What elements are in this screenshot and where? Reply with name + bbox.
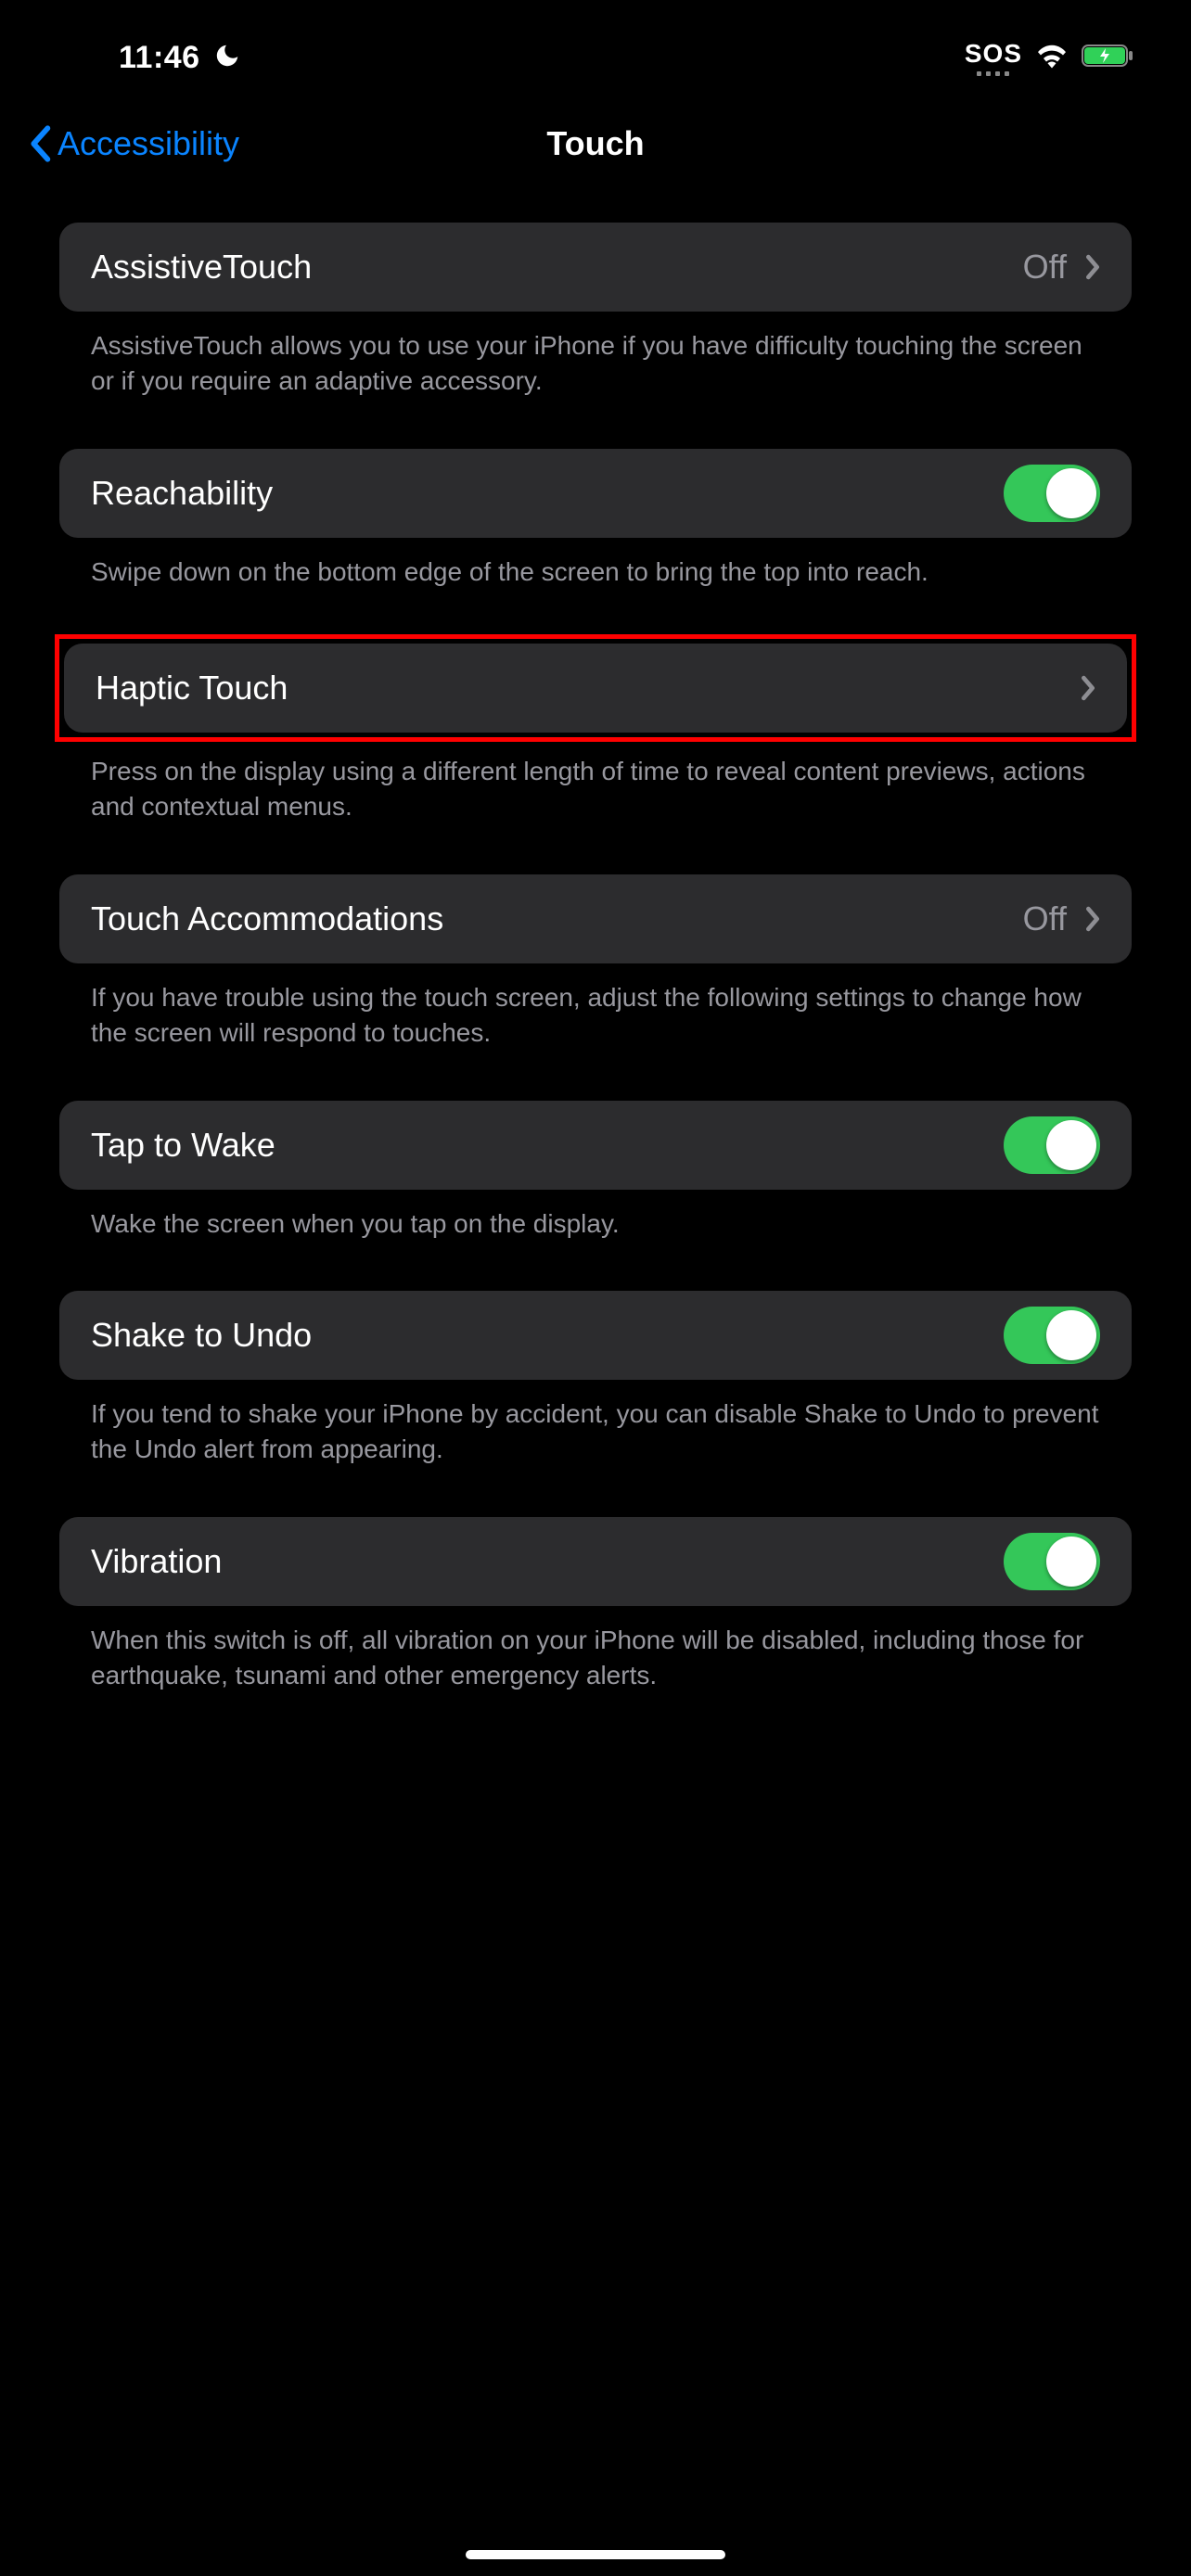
footer-text: Wake the screen when you tap on the disp… — [59, 1190, 1132, 1242]
shake-to-undo-switch[interactable] — [1004, 1307, 1100, 1364]
touch-accommodations-group: Touch Accommodations Off If you have tro… — [59, 874, 1132, 1051]
cell-title: Haptic Touch — [96, 669, 288, 708]
reachability-cell: Reachability — [59, 449, 1132, 538]
reachability-switch[interactable] — [1004, 465, 1100, 522]
footer-text: When this switch is off, all vibration o… — [59, 1606, 1132, 1693]
do-not-disturb-icon — [213, 42, 241, 74]
assistive-touch-cell[interactable]: AssistiveTouch Off — [59, 223, 1132, 312]
vibration-cell: Vibration — [59, 1517, 1132, 1606]
content-scroll[interactable]: AssistiveTouch Off AssistiveTouch allows… — [0, 185, 1191, 1693]
cell-value: Off — [1023, 248, 1067, 287]
vibration-switch[interactable] — [1004, 1533, 1100, 1590]
cell-title: Tap to Wake — [91, 1126, 275, 1165]
footer-text: AssistiveTouch allows you to use your iP… — [59, 312, 1132, 399]
nav-bar: Accessibility Touch — [0, 102, 1191, 185]
reachability-group: Reachability Swipe down on the bottom ed… — [59, 449, 1132, 590]
cell-title: Reachability — [91, 474, 273, 513]
status-bar: 11:46 SOS — [0, 0, 1191, 102]
footer-text: If you tend to shake your iPhone by acci… — [59, 1380, 1132, 1467]
footer-text: Press on the display using a different l… — [59, 737, 1132, 824]
home-indicator[interactable] — [466, 2550, 725, 2559]
cell-title: AssistiveTouch — [91, 248, 312, 287]
battery-charging-icon — [1082, 43, 1135, 73]
cell-title: Shake to Undo — [91, 1316, 312, 1355]
tap-to-wake-cell: Tap to Wake — [59, 1101, 1132, 1190]
page-title: Touch — [546, 124, 644, 163]
shake-to-undo-group: Shake to Undo If you tend to shake your … — [59, 1291, 1132, 1467]
cell-title: Touch Accommodations — [91, 899, 443, 938]
chevron-right-icon — [1081, 675, 1095, 701]
footer-text: If you have trouble using the touch scre… — [59, 963, 1132, 1051]
haptic-touch-group: Haptic Touch Press on the display using … — [59, 634, 1132, 824]
cell-value: Off — [1023, 899, 1067, 938]
wifi-icon — [1035, 43, 1069, 73]
chevron-right-icon — [1085, 254, 1100, 280]
vibration-group: Vibration When this switch is off, all v… — [59, 1517, 1132, 1693]
highlight-annotation: Haptic Touch — [55, 634, 1136, 742]
tap-to-wake-group: Tap to Wake Wake the screen when you tap… — [59, 1101, 1132, 1242]
status-time: 11:46 — [119, 40, 200, 76]
cell-title: Vibration — [91, 1542, 222, 1581]
chevron-left-icon — [28, 125, 52, 162]
back-button[interactable]: Accessibility — [28, 124, 239, 163]
chevron-right-icon — [1085, 906, 1100, 932]
back-label: Accessibility — [58, 124, 239, 163]
shake-to-undo-cell: Shake to Undo — [59, 1291, 1132, 1380]
touch-accommodations-cell[interactable]: Touch Accommodations Off — [59, 874, 1132, 963]
haptic-touch-cell[interactable]: Haptic Touch — [64, 644, 1127, 733]
tap-to-wake-switch[interactable] — [1004, 1116, 1100, 1174]
sos-indicator: SOS — [965, 39, 1022, 76]
assistive-touch-group: AssistiveTouch Off AssistiveTouch allows… — [59, 223, 1132, 399]
footer-text: Swipe down on the bottom edge of the scr… — [59, 538, 1132, 590]
